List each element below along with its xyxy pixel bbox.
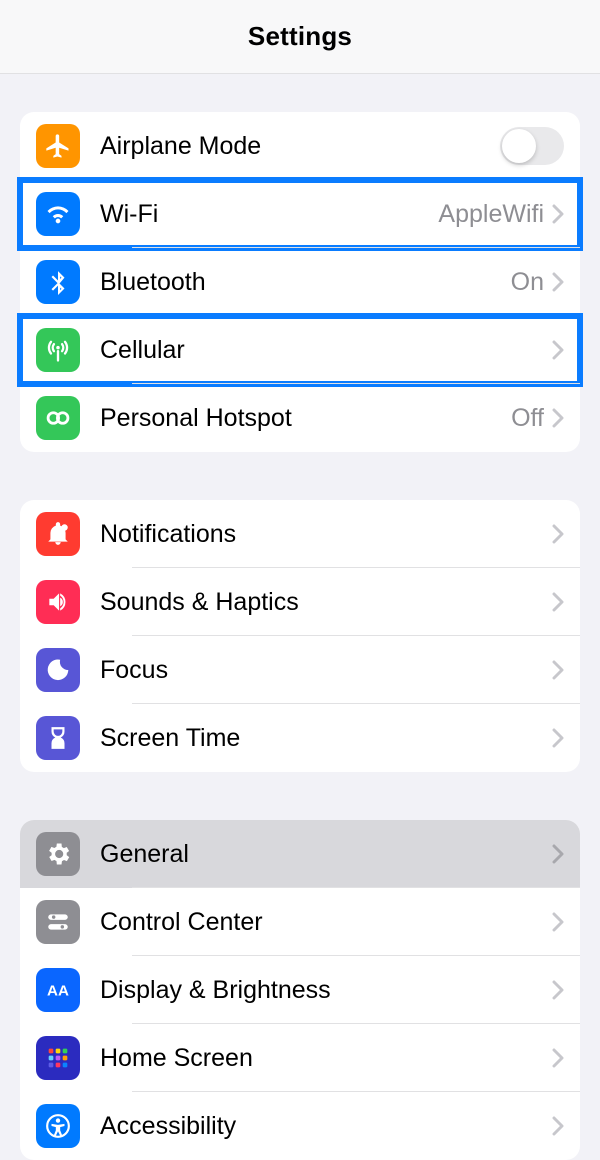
notifications-icon [36, 512, 80, 556]
row-display-brightness[interactable]: AA Display & Brightness [20, 956, 580, 1024]
airplane-label: Airplane Mode [100, 132, 500, 161]
sounds-label: Sounds & Haptics [100, 588, 552, 617]
svg-text:AA: AA [47, 982, 69, 999]
connectivity-group: Airplane Mode Wi-Fi AppleWifi Bluetooth … [20, 112, 580, 452]
hotspot-icon [36, 396, 80, 440]
row-notifications[interactable]: Notifications [20, 500, 580, 568]
settings-content: Airplane Mode Wi-Fi AppleWifi Bluetooth … [0, 74, 600, 1160]
row-general[interactable]: General [20, 820, 580, 888]
chevron-right-icon [552, 912, 564, 932]
home-screen-label: Home Screen [100, 1044, 552, 1073]
row-sounds-haptics[interactable]: Sounds & Haptics [20, 568, 580, 636]
wifi-icon [36, 192, 80, 236]
chevron-right-icon [552, 272, 564, 292]
chevron-right-icon [552, 1048, 564, 1068]
wifi-value: AppleWifi [438, 200, 544, 229]
row-accessibility[interactable]: Accessibility [20, 1092, 580, 1160]
row-bluetooth[interactable]: Bluetooth On [20, 248, 580, 316]
general-group: General Control Center AA Display & Brig… [20, 820, 580, 1160]
chevron-right-icon [552, 204, 564, 224]
toggle-knob [502, 129, 536, 163]
accessibility-icon [36, 1104, 80, 1148]
chevron-right-icon [552, 592, 564, 612]
chevron-right-icon [552, 408, 564, 428]
hotspot-value: Off [511, 404, 544, 433]
chevron-right-icon [552, 340, 564, 360]
general-label: General [100, 840, 552, 869]
home-screen-icon [36, 1036, 80, 1080]
notifications-group: Notifications Sounds & Haptics Focus [20, 500, 580, 772]
row-airplane-mode[interactable]: Airplane Mode [20, 112, 580, 180]
chevron-right-icon [552, 1116, 564, 1136]
page-title: Settings [248, 21, 352, 52]
cellular-label: Cellular [100, 336, 552, 365]
display-label: Display & Brightness [100, 976, 552, 1005]
wifi-label: Wi-Fi [100, 200, 438, 229]
row-personal-hotspot[interactable]: Personal Hotspot Off [20, 384, 580, 452]
control-center-icon [36, 900, 80, 944]
chevron-right-icon [552, 524, 564, 544]
row-screen-time[interactable]: Screen Time [20, 704, 580, 772]
row-wifi[interactable]: Wi-Fi AppleWifi [20, 180, 580, 248]
sounds-icon [36, 580, 80, 624]
bluetooth-value: On [511, 268, 544, 297]
row-control-center[interactable]: Control Center [20, 888, 580, 956]
chevron-right-icon [552, 660, 564, 680]
chevron-right-icon [552, 728, 564, 748]
display-icon: AA [36, 968, 80, 1012]
cellular-icon [36, 328, 80, 372]
focus-icon [36, 648, 80, 692]
bluetooth-icon [36, 260, 80, 304]
bluetooth-label: Bluetooth [100, 268, 511, 297]
airplane-icon [36, 124, 80, 168]
screen-time-label: Screen Time [100, 724, 552, 753]
row-home-screen[interactable]: Home Screen [20, 1024, 580, 1092]
header: Settings [0, 0, 600, 74]
general-icon [36, 832, 80, 876]
chevron-right-icon [552, 844, 564, 864]
row-cellular[interactable]: Cellular [20, 316, 580, 384]
hotspot-label: Personal Hotspot [100, 404, 511, 433]
row-focus[interactable]: Focus [20, 636, 580, 704]
accessibility-label: Accessibility [100, 1112, 552, 1141]
airplane-toggle[interactable] [500, 127, 564, 165]
focus-label: Focus [100, 656, 552, 685]
notifications-label: Notifications [100, 520, 552, 549]
control-center-label: Control Center [100, 908, 552, 937]
screen-time-icon [36, 716, 80, 760]
chevron-right-icon [552, 980, 564, 1000]
